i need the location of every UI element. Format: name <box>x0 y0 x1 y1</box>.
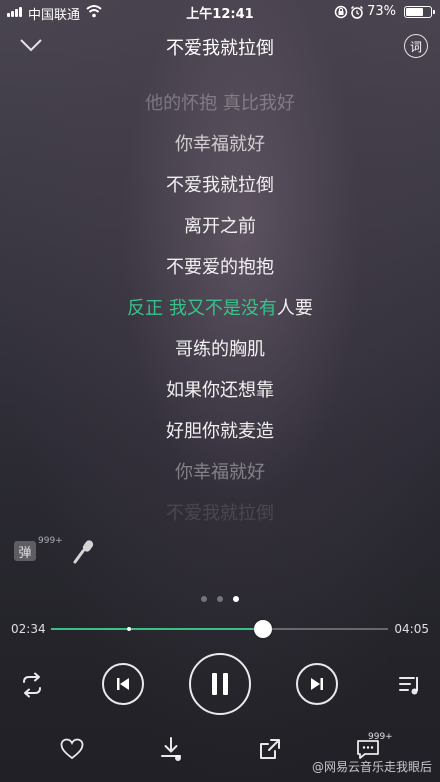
song-title: 不爱我就拉倒 <box>166 38 274 59</box>
repeat-icon[interactable] <box>18 672 46 698</box>
unsung-lyric-part: 人要 <box>276 298 313 319</box>
progress-played <box>51 628 264 630</box>
current-time: 02:34 <box>11 622 46 636</box>
heart-icon[interactable] <box>60 738 84 760</box>
lyric-line: 不要爱的抱抱 <box>166 257 274 278</box>
watermark: @网易云音乐走我眼后 <box>311 760 432 774</box>
next-icon <box>311 678 323 690</box>
battery-percent: 73% <box>367 4 396 19</box>
lyric-line: 他的怀抱 真比我好 <box>145 93 295 114</box>
lyric-line: 好胆你就麦造 <box>166 421 274 442</box>
progress-marker <box>126 627 131 631</box>
sung-lyric-part: 反正 我又不是没有 <box>127 298 277 319</box>
pause-button[interactable] <box>189 653 251 715</box>
total-time: 04:05 <box>394 622 429 636</box>
pause-icon <box>212 673 228 695</box>
alarm-icon <box>350 5 364 19</box>
danmu-icon: 弹 <box>14 541 36 561</box>
share-icon[interactable] <box>259 738 281 760</box>
progress-knob[interactable] <box>254 620 273 638</box>
comment-count: 999+ <box>368 732 393 742</box>
playlist-icon[interactable] <box>398 673 422 697</box>
lyric-line: 你幸福就好 <box>175 134 265 155</box>
download-icon[interactable] <box>160 736 182 762</box>
lyric-line: 哥练的胸肌 <box>175 339 265 360</box>
microphone-icon[interactable] <box>72 539 96 565</box>
lyric-line: 不爱我就拉倒 <box>166 175 274 196</box>
battery-icon <box>404 6 435 18</box>
danmu-button[interactable]: 弹 999+ <box>14 536 63 563</box>
status-bar: 中国联通 上午12:41 73% <box>0 0 440 24</box>
orientation-lock-icon <box>334 5 348 19</box>
current-lyric-line: 反正 我又不是没有人要 <box>0 297 440 321</box>
lyric-line: 如果你还想靠 <box>166 380 274 401</box>
page-dot[interactable] <box>201 596 207 602</box>
page-indicator[interactable] <box>0 596 440 602</box>
page-dot[interactable] <box>233 596 239 602</box>
page-dot[interactable] <box>217 596 223 602</box>
previous-button[interactable] <box>102 663 144 705</box>
lyric-line: 离开之前 <box>184 216 256 237</box>
danmu-count: 999+ <box>38 536 63 546</box>
lyrics-mode-button[interactable]: 词 <box>404 34 428 58</box>
previous-icon <box>117 678 129 690</box>
progress-bar[interactable] <box>51 620 388 638</box>
lyric-line: 不爱我就拉倒 <box>166 503 274 524</box>
lyric-line: 你幸福就好 <box>175 462 265 483</box>
next-button[interactable] <box>296 663 338 705</box>
